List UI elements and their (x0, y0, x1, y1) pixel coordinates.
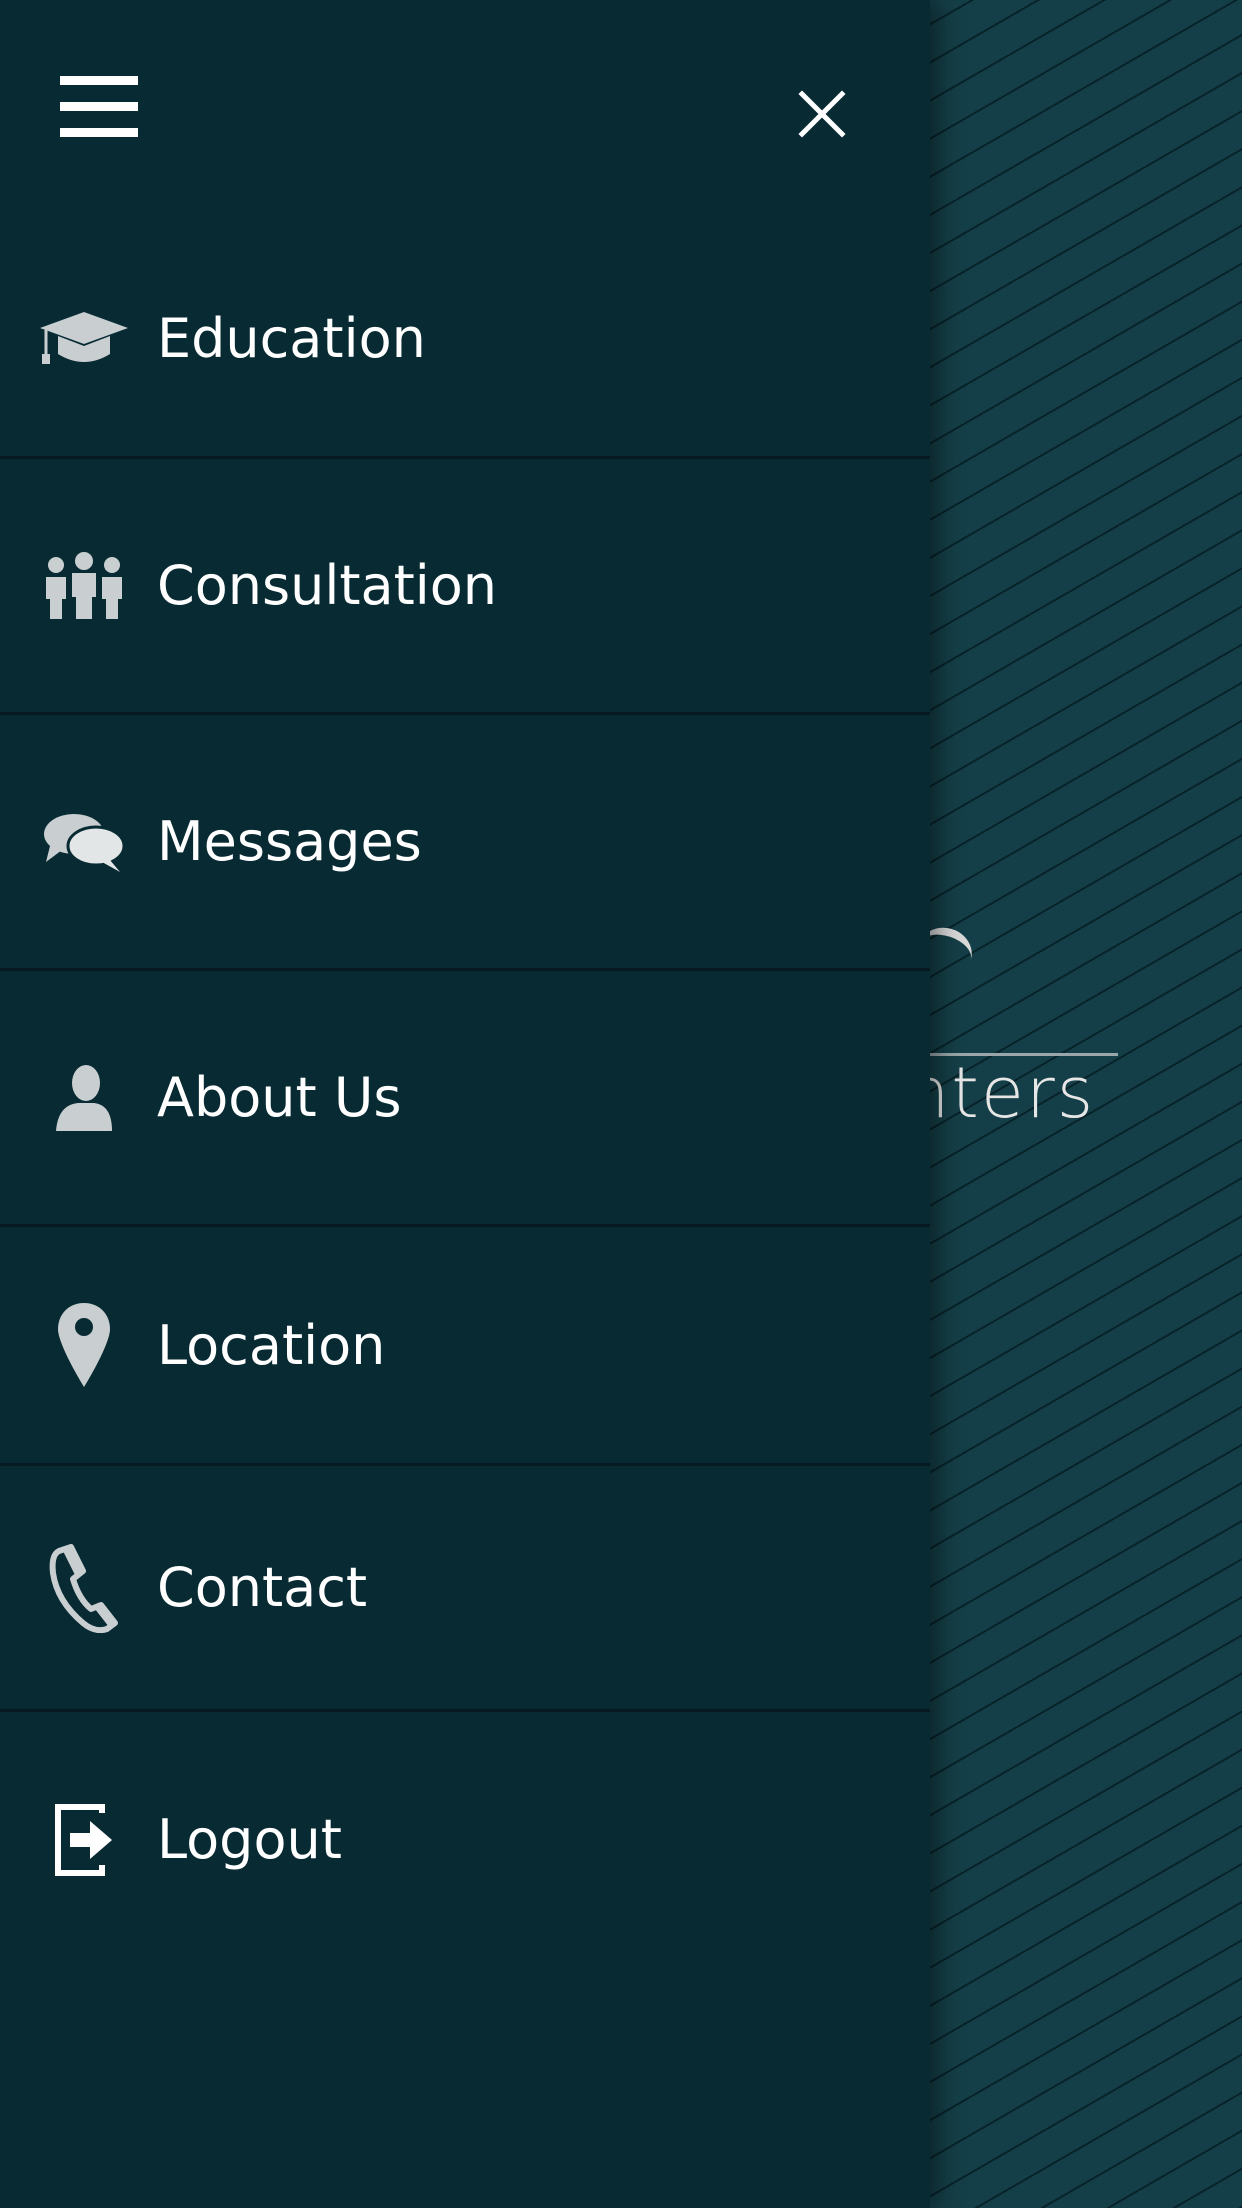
menu-item-contact[interactable]: Contact (0, 1466, 930, 1712)
menu-item-label: Consultation (157, 554, 498, 617)
group-icon (34, 459, 134, 712)
menu-item-education[interactable]: Education (0, 220, 930, 459)
menu-item-about-us[interactable]: About Us (0, 971, 930, 1227)
menu-item-label: Logout (157, 1808, 342, 1871)
logout-icon (34, 1712, 134, 1967)
user-icon (34, 971, 134, 1224)
menu-item-label: Messages (157, 810, 422, 873)
menu-item-label: Location (157, 1313, 386, 1377)
drawer-menu: Education Consultation Messages About Us… (0, 220, 930, 1967)
map-pin-icon (34, 1227, 134, 1463)
menu-item-label: Education (157, 306, 426, 370)
navigation-drawer: Education Consultation Messages About Us… (0, 0, 930, 2208)
phone-icon (34, 1466, 134, 1709)
menu-item-logout[interactable]: Logout (0, 1712, 930, 1967)
hamburger-icon[interactable] (60, 76, 138, 138)
drawer-header (0, 0, 930, 220)
menu-item-consultation[interactable]: Consultation (0, 459, 930, 715)
close-icon[interactable] (792, 84, 852, 144)
chat-bubbles-icon (34, 715, 134, 968)
menu-item-location[interactable]: Location (0, 1227, 930, 1466)
menu-item-messages[interactable]: Messages (0, 715, 930, 971)
menu-item-label: Contact (157, 1556, 368, 1619)
menu-item-label: About Us (157, 1066, 402, 1129)
graduation-cap-icon (34, 220, 134, 456)
